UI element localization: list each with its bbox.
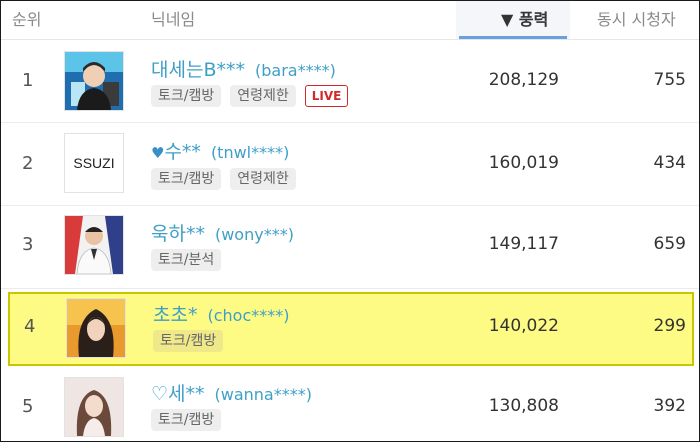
age-restricted-tag[interactable]: 연령제한: [230, 168, 296, 190]
viewer-count: 659: [653, 234, 686, 254]
category-tags: 토크/캠방 연령제한 LIVE: [151, 85, 349, 107]
score-value: 160,019: [488, 153, 559, 173]
category-tag[interactable]: 토크/캠방: [151, 168, 222, 190]
streamer-name-line[interactable]: ♥수** (tnwl****): [151, 137, 289, 164]
table-header: 순위 닉네임 ▼ 풍력 동시 시청자: [1, 1, 699, 40]
streamer-id: (bara****): [254, 61, 336, 80]
header-rank[interactable]: 순위: [12, 6, 41, 30]
streamer-thumbnail[interactable]: [64, 377, 124, 437]
sort-indicator: [459, 36, 567, 39]
header-nickname[interactable]: 닉네임: [151, 6, 195, 30]
score-value: 208,129: [488, 70, 559, 90]
viewer-count: 392: [653, 396, 686, 416]
streamer-nickname[interactable]: 욱하**: [151, 223, 205, 245]
streamer-id: (tnwl****): [210, 143, 290, 162]
rank-number: 2: [22, 153, 34, 174]
table-row[interactable]: 2 SSUZI ♥수** (tnwl****) 토크/캠방 연령제한 160,019…: [1, 123, 699, 206]
table-row[interactable]: 1 대세는B*** (bara****) 토크/캠방 연령제한 LIVE 208,12…: [1, 40, 699, 123]
streamer-name-line[interactable]: ♡세** (wanna****): [151, 379, 312, 406]
category-tag[interactable]: 토크/분석: [151, 249, 222, 271]
category-tags: 토크/분석: [151, 249, 230, 271]
heart-icon: ♥: [151, 144, 165, 162]
streamer-thumbnail[interactable]: [64, 215, 124, 275]
streamer-name-line[interactable]: 초초* (choc****): [153, 300, 289, 327]
category-tags: 토크/캠방: [153, 330, 232, 352]
streamer-nickname[interactable]: 수**: [164, 141, 200, 163]
age-restricted-tag[interactable]: 연령제한: [230, 85, 296, 107]
streamer-nickname[interactable]: 초초*: [153, 304, 197, 326]
score-value: 140,022: [488, 316, 559, 336]
streamer-id: (wony***): [214, 225, 294, 244]
streamer-thumbnail[interactable]: [64, 51, 124, 111]
score-value: 149,117: [488, 234, 559, 254]
streamer-nickname[interactable]: 대세는B***: [151, 59, 245, 81]
header-viewers[interactable]: 동시 시청자: [597, 6, 676, 30]
rank-number: 5: [22, 396, 34, 417]
streamer-nickname[interactable]: ♡세**: [151, 383, 205, 405]
category-tags: 토크/캠방: [151, 409, 230, 431]
ranking-table: 순위 닉네임 ▼ 풍력 동시 시청자 1 대세는B*** (bara****) 토…: [0, 0, 700, 442]
streamer-id: (wanna****): [214, 385, 312, 404]
streamer-thumbnail[interactable]: [66, 298, 126, 358]
header-score-sort[interactable]: ▼ 풍력: [501, 6, 548, 30]
table-row[interactable]: 5 ♡세** (wanna****) 토크/캠방 130,808 392: [1, 368, 699, 441]
streamer-name-line[interactable]: 욱하** (wony***): [151, 219, 294, 246]
rank-number: 3: [22, 234, 34, 255]
category-tags: 토크/캠방 연령제한: [151, 168, 305, 190]
table-row[interactable]: 3 욱하** (wony***) 토크/분석 149,117 659: [1, 206, 699, 289]
category-tag[interactable]: 토크/캠방: [151, 409, 222, 431]
category-tag[interactable]: 토크/캠방: [153, 330, 224, 352]
score-value: 130,808: [488, 396, 559, 416]
thumbnail-logo-text: SSUZI: [73, 155, 115, 171]
table-row-highlighted[interactable]: 4 초초* (choc****) 토크/캠방 140,022 299: [8, 292, 694, 366]
viewer-count: 434: [653, 153, 686, 173]
viewer-count: 755: [653, 70, 686, 90]
rank-number: 4: [24, 316, 36, 337]
viewer-count: 299: [653, 316, 686, 336]
rank-number: 1: [22, 70, 34, 91]
streamer-thumbnail[interactable]: SSUZI: [64, 133, 124, 193]
streamer-name-line[interactable]: 대세는B*** (bara****): [151, 55, 336, 82]
category-tag[interactable]: 토크/캠방: [151, 85, 222, 107]
streamer-id: (choc****): [207, 306, 290, 325]
live-badge[interactable]: LIVE: [304, 85, 349, 107]
